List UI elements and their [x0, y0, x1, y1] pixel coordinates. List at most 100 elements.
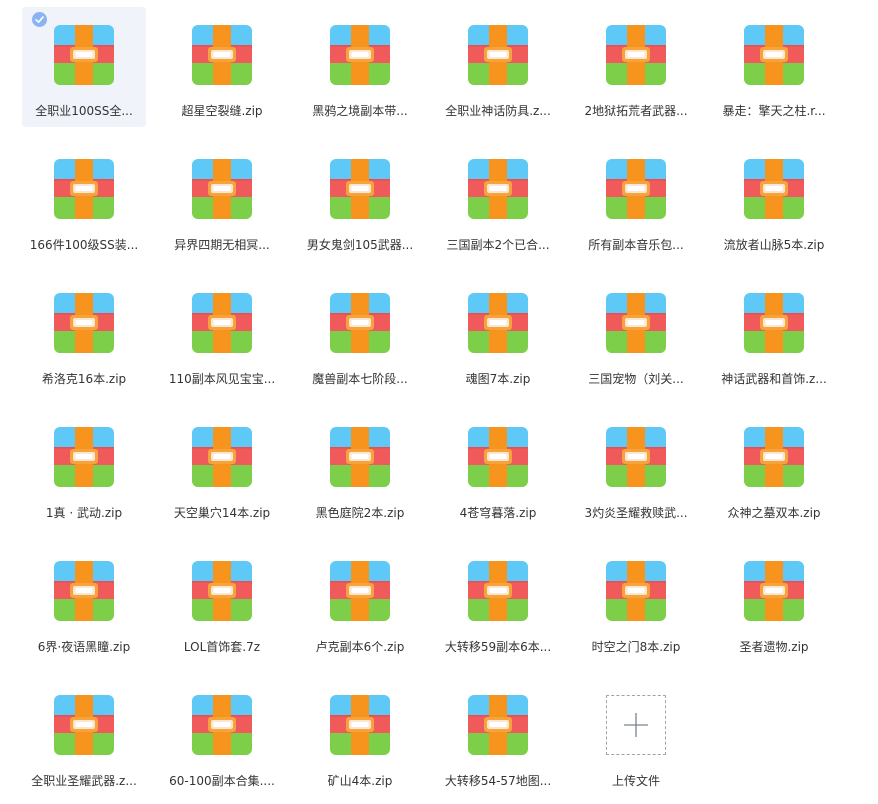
file-name: 异界四期无相冥...	[174, 238, 270, 252]
file-name: 魂图7本.zip	[465, 372, 531, 386]
file-name: 众神之墓双本.zip	[727, 506, 821, 520]
file-item[interactable]: 矿山4本.zip	[298, 677, 422, 797]
zip-archive-icon	[54, 25, 114, 85]
upload-file-label: 上传文件	[611, 774, 660, 788]
file-item[interactable]: 大转移59副本6本...	[436, 543, 560, 663]
file-item[interactable]: 三国宠物（刘关...	[574, 275, 698, 395]
file-item[interactable]: 大转移54-57地图...	[436, 677, 560, 797]
file-name: 天空巢穴14本.zip	[173, 506, 271, 520]
file-name: 全职业100SS全...	[35, 104, 133, 118]
zip-archive-icon	[54, 427, 114, 487]
file-item[interactable]: 全职业圣耀武器.z...	[22, 677, 146, 797]
file-item[interactable]: 希洛克16本.zip	[22, 275, 146, 395]
file-item[interactable]: 1真 · 武动.zip	[22, 409, 146, 529]
file-item[interactable]: 三国副本2个已合...	[436, 141, 560, 261]
zip-archive-icon	[744, 159, 804, 219]
zip-archive-icon	[468, 25, 528, 85]
file-name: 3灼炎圣耀救赎武...	[584, 506, 688, 520]
file-item[interactable]: 时空之门8本.zip	[574, 543, 698, 663]
file-name: 6界·夜语黑瞳.zip	[37, 640, 131, 654]
file-name: 1真 · 武动.zip	[45, 506, 123, 520]
file-name: 暴走：擎天之柱.r...	[722, 104, 826, 118]
check-icon[interactable]	[32, 12, 47, 27]
zip-archive-icon	[192, 695, 252, 755]
zip-archive-icon	[744, 293, 804, 353]
zip-archive-icon	[330, 561, 390, 621]
zip-archive-icon	[192, 159, 252, 219]
file-name: 2地狱拓荒者武器...	[584, 104, 688, 118]
file-name: 所有副本音乐包...	[588, 238, 684, 252]
file-item[interactable]: 黑色庭院2本.zip	[298, 409, 422, 529]
file-name: 圣者遗物.zip	[739, 640, 809, 654]
file-name: 全职业神话防具.z...	[445, 104, 551, 118]
file-name: 110副本风见宝宝...	[168, 372, 276, 386]
file-item[interactable]: 天空巢穴14本.zip	[160, 409, 284, 529]
zip-archive-icon	[468, 427, 528, 487]
file-name: 166件100级SS装...	[29, 238, 139, 252]
zip-archive-icon	[606, 561, 666, 621]
file-name: 全职业圣耀武器.z...	[31, 774, 137, 788]
file-item[interactable]: 暴走：擎天之柱.r...	[712, 7, 836, 127]
file-name: 卢克副本6个.zip	[315, 640, 405, 654]
file-name: LOL首饰套.7z	[183, 640, 261, 654]
file-item[interactable]: 166件100级SS装...	[22, 141, 146, 261]
file-name: 时空之门8本.zip	[591, 640, 681, 654]
zip-archive-icon	[468, 293, 528, 353]
file-name: 60-100副本合集....	[169, 774, 275, 788]
zip-archive-icon	[54, 561, 114, 621]
file-item[interactable]: 2地狱拓荒者武器...	[574, 7, 698, 127]
zip-archive-icon	[192, 25, 252, 85]
file-item[interactable]: 男女鬼剑105武器...	[298, 141, 422, 261]
file-name: 黑色庭院2本.zip	[315, 506, 405, 520]
file-grid: 全职业100SS全... 超星空裂缝.zip 黑鸦之境副本带... 全职业神话防具.z…	[0, 0, 878, 804]
file-item[interactable]: 魂图7本.zip	[436, 275, 560, 395]
file-item[interactable]: 黑鸦之境副本带...	[298, 7, 422, 127]
file-item[interactable]: 110副本风见宝宝...	[160, 275, 284, 395]
zip-archive-icon	[192, 427, 252, 487]
zip-archive-icon	[330, 427, 390, 487]
file-item[interactable]: 卢克副本6个.zip	[298, 543, 422, 663]
zip-archive-icon	[192, 561, 252, 621]
file-name: 神话武器和首饰.z...	[721, 372, 827, 386]
zip-archive-icon	[330, 695, 390, 755]
file-name: 希洛克16本.zip	[41, 372, 127, 386]
file-name: 三国副本2个已合...	[446, 238, 550, 252]
file-item[interactable]: 圣者遗物.zip	[712, 543, 836, 663]
file-item[interactable]: 神话武器和首饰.z...	[712, 275, 836, 395]
file-item[interactable]: 6界·夜语黑瞳.zip	[22, 543, 146, 663]
file-name: 男女鬼剑105武器...	[306, 238, 414, 252]
zip-archive-icon	[606, 293, 666, 353]
zip-archive-icon	[468, 159, 528, 219]
upload-file-tile[interactable]: 上传文件	[574, 677, 698, 797]
file-item[interactable]: 众神之墓双本.zip	[712, 409, 836, 529]
file-name: 大转移54-57地图...	[444, 774, 552, 788]
file-item[interactable]: 全职业100SS全...	[22, 7, 146, 127]
file-item[interactable]: 所有副本音乐包...	[574, 141, 698, 261]
upload-box[interactable]	[606, 695, 666, 755]
file-item[interactable]: 流放者山脉5本.zip	[712, 141, 836, 261]
zip-archive-icon	[54, 695, 114, 755]
file-item[interactable]: 全职业神话防具.z...	[436, 7, 560, 127]
file-item[interactable]: 4苍穹暮落.zip	[436, 409, 560, 529]
check-mark	[35, 16, 44, 23]
zip-archive-icon	[330, 159, 390, 219]
file-item[interactable]: 超星空裂缝.zip	[160, 7, 284, 127]
zip-archive-icon	[468, 695, 528, 755]
file-name: 黑鸦之境副本带...	[312, 104, 408, 118]
file-name: 魔兽副本七阶段...	[312, 372, 408, 386]
plus-icon	[624, 713, 648, 737]
file-item[interactable]: 异界四期无相冥...	[160, 141, 284, 261]
zip-archive-icon	[606, 25, 666, 85]
file-item[interactable]: 3灼炎圣耀救赎武...	[574, 409, 698, 529]
file-item[interactable]: 60-100副本合集....	[160, 677, 284, 797]
zip-archive-icon	[744, 25, 804, 85]
file-item[interactable]: LOL首饰套.7z	[160, 543, 284, 663]
file-name: 4苍穹暮落.zip	[459, 506, 537, 520]
file-name: 大转移59副本6本...	[444, 640, 552, 654]
file-item[interactable]: 魔兽副本七阶段...	[298, 275, 422, 395]
file-name: 超星空裂缝.zip	[181, 104, 263, 118]
zip-archive-icon	[54, 159, 114, 219]
zip-archive-icon	[330, 293, 390, 353]
zip-archive-icon	[744, 561, 804, 621]
zip-archive-icon	[54, 293, 114, 353]
